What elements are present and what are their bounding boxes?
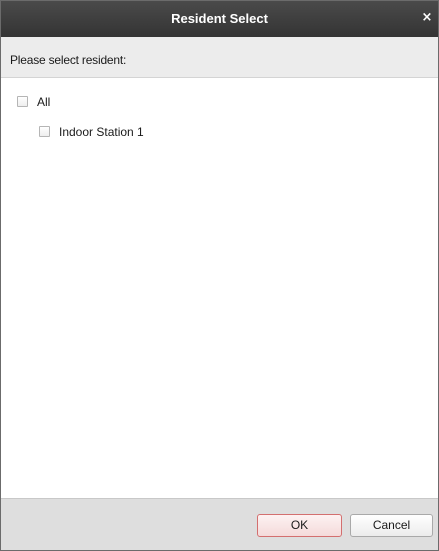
ok-button[interactable]: OK	[257, 514, 342, 537]
resident-select-dialog: Resident Select × Please select resident…	[0, 0, 439, 551]
tree-item-label: Indoor Station 1	[59, 125, 144, 139]
prompt-label: Please select resident:	[10, 53, 127, 67]
cancel-button[interactable]: Cancel	[350, 514, 433, 537]
close-icon[interactable]: ×	[420, 9, 434, 27]
checkbox-all[interactable]	[17, 96, 28, 107]
dialog-footer: OK Cancel	[1, 498, 438, 550]
dialog-title: Resident Select	[171, 11, 268, 26]
resident-tree: All Indoor Station 1	[1, 78, 438, 498]
checkbox-indoor-station-1[interactable]	[39, 126, 50, 137]
prompt-bar: Please select resident:	[1, 37, 438, 78]
dialog-titlebar[interactable]: Resident Select ×	[1, 1, 438, 37]
tree-item-label: All	[37, 95, 51, 109]
